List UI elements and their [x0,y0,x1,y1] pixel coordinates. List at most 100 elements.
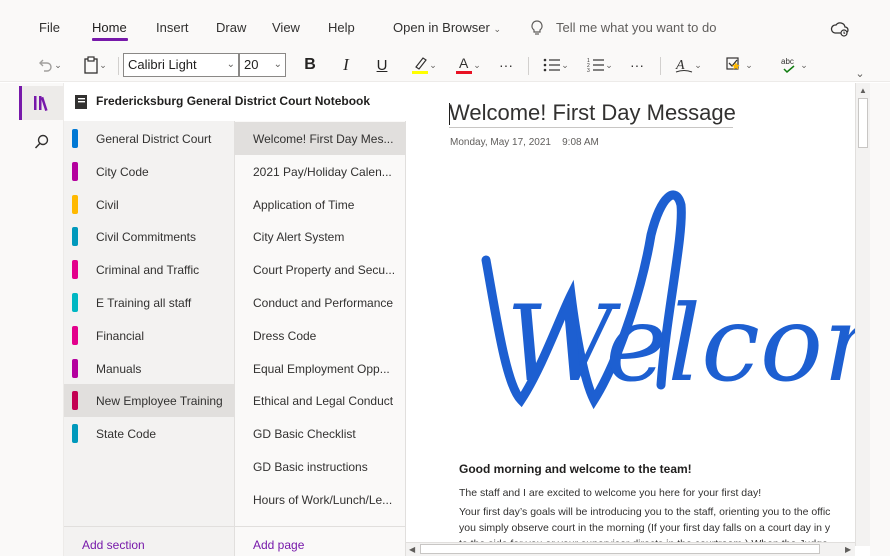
onenote-window: File Home Insert Draw View Help Open in … [0,0,890,556]
svg-text:A: A [459,55,469,71]
chevron-down-icon: ⌄ [473,59,481,70]
pane-footer-divider [64,526,406,527]
page-label: Court Property and Secu... [253,263,396,278]
page-item[interactable]: City Alert System [235,220,406,253]
tell-me-search[interactable]: Tell me what you want to do [556,20,716,36]
section-color-tab-icon [72,358,78,378]
bullets-button[interactable]: ⌄ [538,55,574,75]
page-item[interactable]: Court Property and Secu... [235,253,406,286]
section-item[interactable]: General District Court [64,122,235,155]
styles-button[interactable]: A ⌄ [670,53,706,77]
scroll-left-arrow-icon[interactable]: ◀ [409,545,415,554]
section-item[interactable]: Civil Commitments [64,220,235,253]
scroll-right-arrow-icon[interactable]: ▶ [845,545,851,554]
underline-button[interactable]: U [371,55,393,75]
chevron-down-icon: ⌄ [99,59,107,70]
horizontal-scroll-thumb[interactable] [420,544,820,554]
open-in-browser-button[interactable]: Open in Browser ⌄ [393,20,501,37]
page-item[interactable]: GD Basic instructions [235,450,406,483]
body-paragraph-1[interactable]: The staff and I are excited to welcome y… [459,487,761,499]
page-item[interactable]: Application of Time [235,188,406,221]
more-format-button[interactable]: ··· [494,55,518,75]
page-title[interactable]: Welcome! First Day Message [449,100,736,126]
spelling-button[interactable]: abc ⌄ [776,53,812,77]
section-label: General District Court [96,132,212,146]
numbering-button[interactable]: 123 ⌄ [582,55,618,75]
page-label: Ethical and Legal Conduct [253,394,394,409]
page-item[interactable]: Hours of Work/Lunch/Le... [235,483,406,516]
page-item[interactable]: Welcome! First Day Mes... [235,122,406,155]
undo-button[interactable]: ⌄ [34,55,64,75]
section-item[interactable]: State Code [64,417,235,450]
more-paragraph-button[interactable]: ··· [625,55,649,75]
menu-file[interactable]: File [39,20,60,36]
font-size-select[interactable]: 20 ⌄ [239,53,286,77]
font-color-button[interactable]: A ⌄ [451,53,485,77]
bold-button[interactable]: B [299,55,321,75]
vertical-scrollbar[interactable] [855,83,870,546]
section-label: City Code [96,164,149,179]
menu-draw[interactable]: Draw [216,20,246,36]
page-label: Welcome! First Day Mes... [253,132,394,146]
page-label: Conduct and Performance [253,296,394,310]
paste-button[interactable]: ⌄ [78,55,112,75]
page-item[interactable]: Dress Code [235,319,406,352]
font-size-value: 20 [244,57,259,72]
clipboard-icon [84,56,98,74]
menu-insert[interactable]: Insert [156,20,189,36]
section-item[interactable]: New Employee Training [64,384,235,418]
section-color-tab-icon [72,161,78,181]
section-item[interactable]: Manuals [64,352,235,385]
menu-help[interactable]: Help [328,20,355,36]
section-item[interactable]: Criminal and Traffic [64,253,235,286]
page-time: 9:08 AM [562,137,599,148]
greeting-heading[interactable]: Good morning and welcome to the team! [459,462,692,476]
welcome-script-image[interactable]: Welcome [466,175,856,425]
font-name-select[interactable]: Calibri Light ⌄ [123,53,239,77]
lightbulb-icon [531,20,543,35]
menu-home[interactable]: Home [92,20,127,36]
section-label: Civil [96,197,119,212]
section-label: Criminal and Traffic [96,263,200,278]
section-item[interactable]: Financial [64,319,235,352]
collapse-ribbon-button[interactable]: ⌄ [853,66,867,80]
body-paragraph-2-line-2[interactable]: you simply observe court in the morning … [459,522,830,534]
page-item[interactable]: 2021 Pay/Holiday Calen... [235,155,406,188]
section-item[interactable]: E Training all staff [64,286,235,319]
notebook-title[interactable]: Fredericksburg General District Court No… [96,94,370,108]
font-color-icon: A [456,55,473,74]
toolbar-divider [528,57,529,75]
section-item[interactable]: Civil [64,188,235,221]
tag-button[interactable]: ⌄ [720,53,758,77]
page-timestamp: Monday, May 17, 2021 9:08 AM [450,137,599,148]
add-section-button[interactable]: Add section [82,538,145,552]
chevron-down-icon: ⌄ [493,24,501,34]
todo-tag-icon [726,57,740,70]
sync-cloud-icon[interactable] [830,20,850,38]
search-button[interactable] [26,131,58,153]
page-label: Dress Code [253,328,317,343]
chevron-down-icon: ⌄ [745,59,753,70]
spell-check-text: abc [781,57,794,66]
active-tab-indicator [92,38,128,41]
scroll-up-arrow-icon[interactable]: ▲ [859,86,867,95]
chevron-down-icon: ⌄ [429,59,437,70]
section-item[interactable]: City Code [64,155,235,188]
page-item[interactable]: Ethical and Legal Conduct [235,384,406,417]
page-item[interactable]: Conduct and Performance [235,286,406,319]
menu-view[interactable]: View [272,20,300,36]
svg-text:3: 3 [587,68,590,73]
body-paragraph-2-line-1[interactable]: Your first day’s goals will be introduci… [459,506,830,518]
page-item[interactable]: Equal Employment Opp... [235,352,406,385]
chevron-down-icon: ⌄ [605,59,613,70]
notebooks-button[interactable] [26,91,58,115]
page-item[interactable]: GD Basic Checklist [235,417,406,450]
page-label: Equal Employment Opp... [253,361,390,376]
italic-button[interactable]: I [335,55,357,75]
notebook-icon [75,95,87,109]
vertical-scroll-thumb[interactable] [858,98,868,148]
highlight-button[interactable]: ⌄ [408,53,440,77]
section-label: Financial [96,328,145,343]
add-page-button[interactable]: Add page [253,538,304,552]
section-label: New Employee Training [96,394,223,409]
